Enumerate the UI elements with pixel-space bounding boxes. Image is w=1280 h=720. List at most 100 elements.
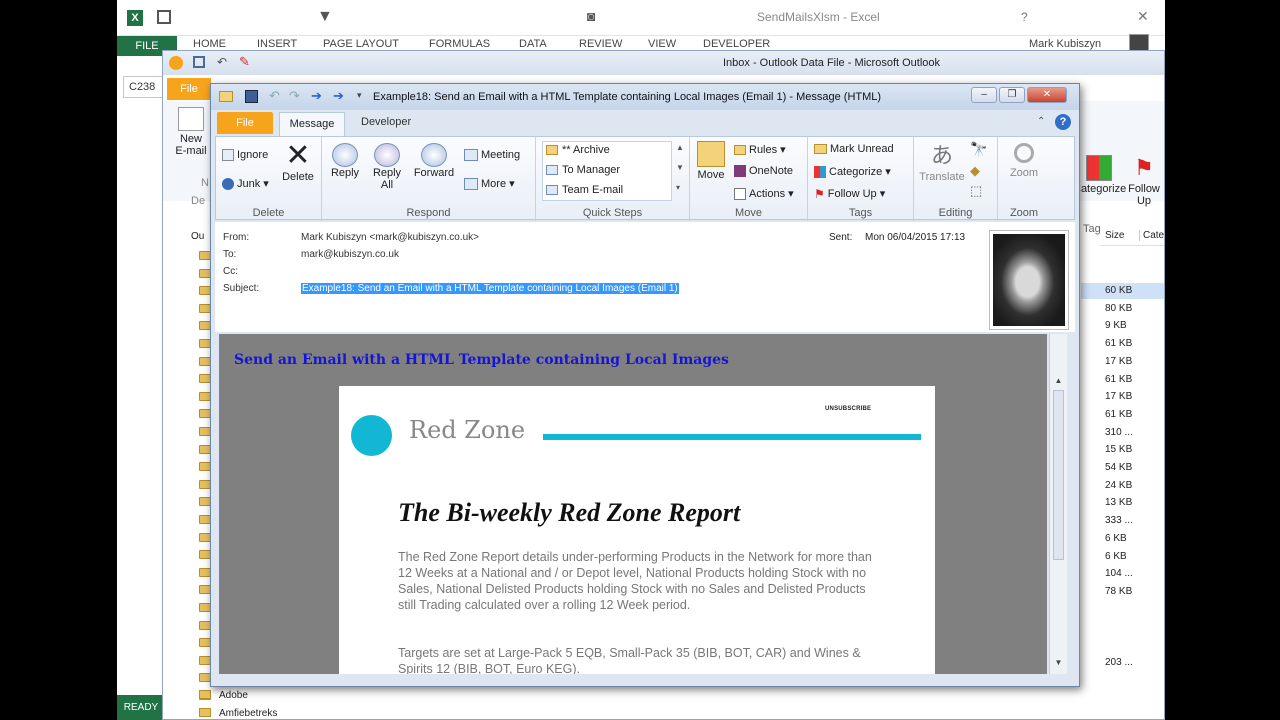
scroll-down-icon[interactable]: ▼ — [1052, 656, 1065, 669]
body-scrollbar[interactable]: ▲ ▼ — [1049, 334, 1067, 674]
report-paragraph-1: The Red Zone Report details under-perfor… — [398, 550, 872, 612]
gallery-scroll-up-icon[interactable]: ▲ — [676, 143, 684, 152]
minimize-button[interactable]: – — [971, 87, 997, 103]
save-icon[interactable] — [157, 10, 171, 24]
tab-page-layout[interactable]: PAGE LAYOUT — [323, 38, 399, 50]
tab-formulas[interactable]: FORMULAS — [429, 38, 490, 50]
follow-up-button[interactable]: ⚑ Follow Up — [1123, 155, 1165, 207]
reply-button[interactable]: Reply — [328, 143, 362, 179]
camera-icon[interactable]: ◙ — [587, 8, 595, 24]
meeting-button[interactable]: Meeting — [464, 149, 520, 162]
tab-developer[interactable]: Developer — [361, 116, 411, 128]
size-cell: 24 KB — [1105, 479, 1133, 491]
delete-label: Delete — [282, 171, 314, 183]
categorize-button[interactable]: Categorize ▾ — [814, 165, 891, 179]
more-respond-button[interactable]: More ▾ — [464, 177, 515, 191]
reply-icon — [332, 143, 358, 167]
filter-icon[interactable]: ▼ — [317, 8, 333, 26]
ignore-button[interactable]: Ignore — [222, 149, 269, 162]
scroll-thumb[interactable] — [1053, 390, 1064, 560]
new-email-button[interactable]: New E-mail — [173, 107, 209, 157]
select-icon[interactable]: ⬚ — [970, 183, 982, 199]
size-cell: 78 KB — [1105, 585, 1133, 597]
reply-all-button[interactable]: Reply All — [370, 143, 404, 191]
follow-up-button[interactable]: ⚑ Follow Up ▾ — [814, 187, 885, 201]
folder-root-label[interactable]: Ou — [191, 231, 204, 242]
save-icon[interactable] — [245, 90, 258, 103]
next-item-icon[interactable]: ➔ — [333, 88, 344, 104]
gallery-scroll-down-icon[interactable]: ▼ — [676, 163, 684, 172]
tab-view[interactable]: VIEW — [648, 38, 676, 50]
delete-group-label: Delete — [252, 207, 285, 219]
name-box[interactable]: C238 — [123, 76, 167, 98]
category-column-header[interactable]: Cate — [1139, 230, 1164, 241]
folder-item-amfiebetreks[interactable]: Amfiebetreks — [219, 708, 277, 719]
quick-step-archive[interactable]: ** Archive — [546, 144, 610, 156]
gallery-more-icon[interactable]: ▾ — [676, 183, 680, 192]
move-button[interactable]: Move — [694, 141, 728, 181]
quick-step-archive-label: ** Archive — [562, 144, 610, 156]
tab-review[interactable]: REVIEW — [579, 38, 622, 50]
move-label: Move — [697, 169, 725, 181]
quick-step-team-email[interactable]: Team E-mail — [546, 184, 623, 196]
forward-label: Forward — [413, 167, 455, 179]
meeting-icon — [464, 149, 478, 162]
zoom-button[interactable]: Zoom — [1004, 141, 1044, 179]
customize-toolbar-icon[interactable]: ▾ — [357, 90, 362, 101]
tab-insert[interactable]: INSERT — [257, 38, 297, 50]
size-cell: 6 KB — [1105, 550, 1127, 562]
previous-item-icon[interactable]: ➔ — [311, 88, 322, 104]
forward-button[interactable]: Forward — [412, 143, 456, 179]
mark-unread-label: Mark Unread — [830, 143, 894, 155]
tab-home[interactable]: HOME — [193, 38, 226, 50]
undo-icon[interactable]: ↶ — [269, 88, 280, 104]
size-cell: 9 KB — [1105, 320, 1127, 332]
folder-icon — [199, 690, 211, 699]
tab-file[interactable]: File — [217, 112, 273, 134]
reply-all-label: Reply All — [372, 167, 402, 191]
quick-step-to-manager[interactable]: To Manager — [546, 164, 620, 176]
desktop: X ▼ ◙ SendMailsXlsm - Excel ? ✕ HOME INS… — [0, 0, 1280, 720]
to-value[interactable]: mark@kubiszyn.co.uk — [301, 249, 399, 260]
tab-developer[interactable]: DEVELOPER — [703, 38, 770, 50]
categorize-button[interactable]: Categorize — [1073, 155, 1126, 195]
minimize-ribbon-icon[interactable]: ⌃ — [1037, 116, 1045, 127]
folder-item-adobe[interactable]: Adobe — [219, 690, 248, 701]
ignore-label: Ignore — [237, 149, 269, 161]
scroll-up-icon[interactable]: ▲ — [1052, 374, 1065, 387]
delete-button[interactable]: ✕ Delete — [280, 141, 316, 184]
pen-icon[interactable]: ✎ — [239, 54, 250, 70]
help-icon[interactable]: ? — [1055, 114, 1071, 130]
magnifier-icon — [1014, 143, 1034, 163]
close-icon[interactable]: ✕ — [1137, 8, 1149, 25]
mark-unread-button[interactable]: Mark Unread — [814, 143, 894, 155]
translate-button[interactable]: あ Translate — [918, 141, 966, 183]
sender-photo — [989, 230, 1069, 330]
from-value[interactable]: Mark Kubiszyn <mark@kubiszyn.co.uk> — [301, 232, 479, 243]
tab-data[interactable]: DATA — [519, 38, 547, 50]
redo-icon[interactable]: ↷ — [289, 88, 300, 104]
size-column-header[interactable]: Size — [1105, 230, 1124, 241]
related-icon[interactable]: ◆ — [970, 163, 980, 179]
onenote-button[interactable]: OneNote — [734, 165, 793, 178]
new-group-label: N — [201, 177, 209, 189]
undo-icon[interactable]: ↶ — [217, 55, 227, 69]
cc-label: Cc: — [223, 266, 238, 277]
translate-icon: あ — [930, 143, 953, 168]
move-folder-icon — [697, 141, 725, 167]
maximize-button[interactable]: ❐ — [999, 87, 1025, 103]
close-button[interactable]: ✕ — [1027, 87, 1067, 103]
junk-button[interactable]: Junk ▾ — [222, 177, 269, 191]
subject-value[interactable]: Example18: Send an Email with a HTML Tem… — [301, 283, 679, 294]
outlook-file-tab[interactable]: File — [167, 78, 211, 100]
tab-message[interactable]: Message — [279, 112, 345, 136]
unsubscribe-link[interactable]: UNSUBSCRIBE — [825, 406, 871, 412]
rules-button[interactable]: Rules ▾ — [734, 143, 786, 156]
quick-steps-group-label: Quick Steps — [582, 207, 643, 219]
follow-up-label: Follow Up — [1128, 183, 1160, 207]
help-icon[interactable]: ? — [1021, 10, 1028, 24]
actions-button[interactable]: Actions ▾ — [734, 187, 794, 201]
more-icon — [464, 178, 478, 191]
save-icon[interactable] — [193, 56, 205, 68]
find-icon[interactable]: 🔭 — [970, 141, 987, 158]
